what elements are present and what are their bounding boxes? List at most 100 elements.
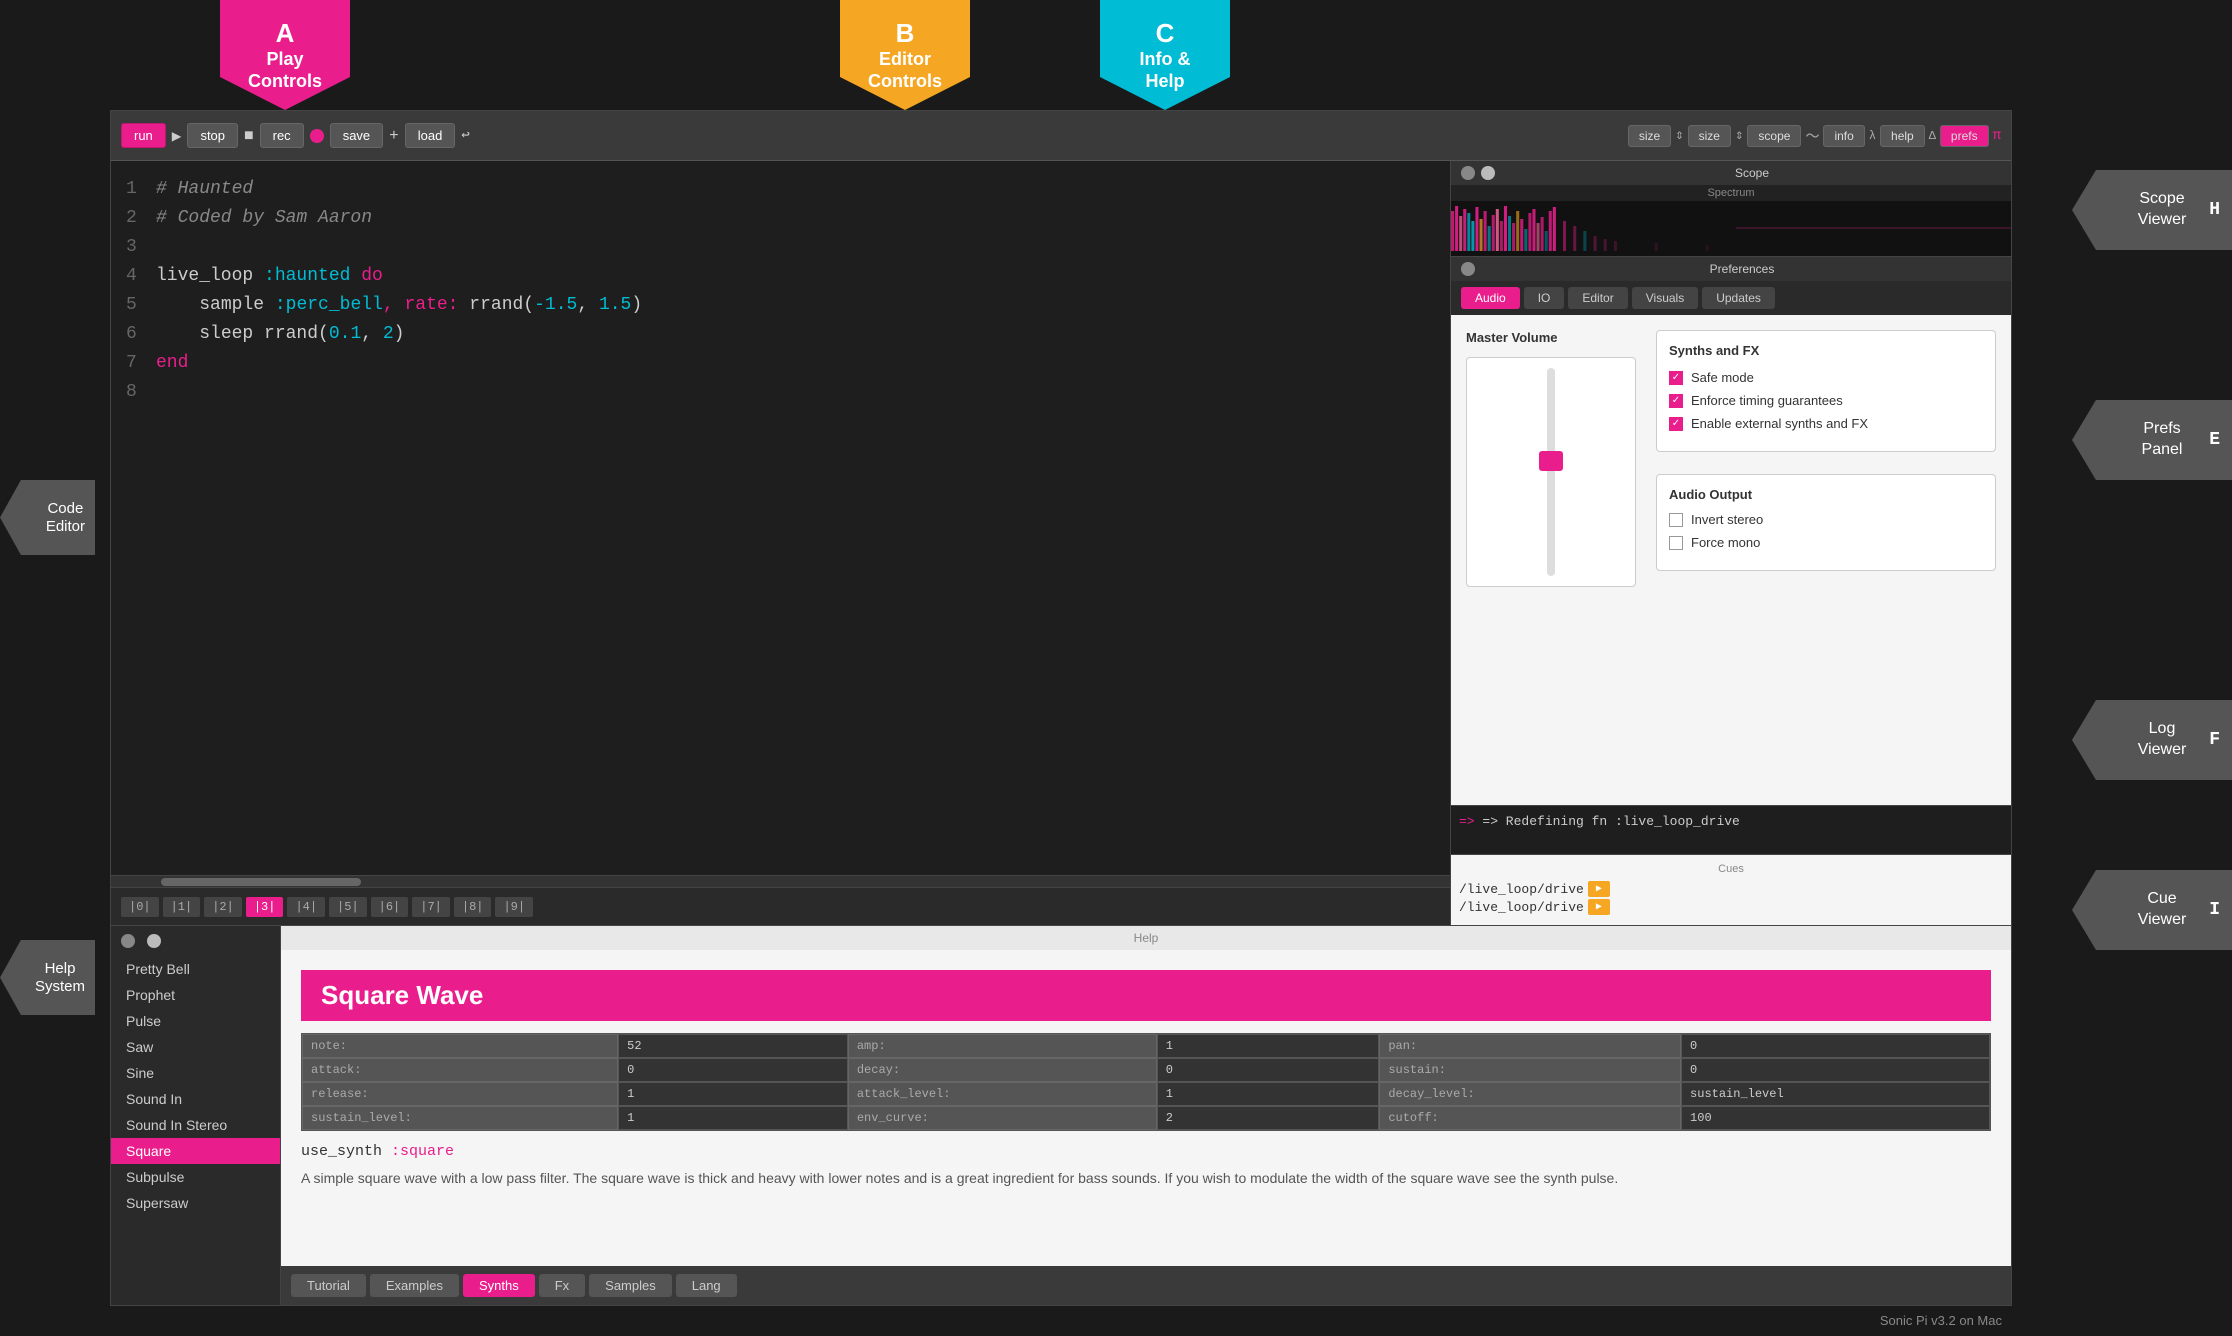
param-sustain-label: sustain: [1379, 1058, 1681, 1082]
tab-fx[interactable]: Fx [539, 1274, 585, 1297]
prefs-button[interactable]: prefs [1940, 125, 1989, 147]
param-sustain-val: 0 [1681, 1058, 1990, 1082]
force-mono-label: Force mono [1691, 535, 1760, 550]
prefs-panel: Preferences Audio IO Editor Visuals Upda… [1451, 257, 2011, 805]
param-attack-level-val: 1 [1157, 1082, 1380, 1106]
sidebar-item-square[interactable]: Square [111, 1138, 280, 1164]
volume-thumb[interactable] [1539, 451, 1563, 471]
param-decay-val: 0 [1157, 1058, 1380, 1082]
cue-viewer: Cues /live_loop/drive ▶ /live_loop/drive… [1451, 855, 2011, 925]
force-mono-row: Force mono [1669, 535, 1983, 550]
sidebar-item-pulse[interactable]: Pulse [111, 1008, 280, 1034]
prefs-tabs: Audio IO Editor Visuals Updates [1451, 281, 2011, 315]
tab-samples[interactable]: Samples [589, 1274, 672, 1297]
save-button[interactable]: save [330, 123, 383, 148]
version-text: Sonic Pi v3.2 on Mac [1880, 1313, 2002, 1328]
tab-2[interactable]: |2| [204, 897, 242, 917]
lambda-icon[interactable]: λ [1869, 129, 1876, 143]
tab-synths[interactable]: Synths [463, 1274, 535, 1297]
external-synths-checkbox[interactable]: ✓ [1669, 417, 1683, 431]
arrow-h-label: ScopeViewer [2138, 189, 2187, 231]
arrow-d: Code Editor [0, 480, 95, 555]
sidebar-item-sound-in[interactable]: Sound In [111, 1086, 280, 1112]
info-button[interactable]: info [1823, 125, 1864, 147]
arrow-e: PrefsPanel E [2072, 400, 2232, 480]
invert-stereo-checkbox[interactable] [1669, 513, 1683, 527]
code-scrollbar[interactable] [111, 875, 1450, 887]
synths-fx-box: Synths and FX ✓ Safe mode ✓ [1656, 330, 1996, 452]
prefs-tab-visuals[interactable]: Visuals [1632, 287, 1698, 309]
force-mono-checkbox[interactable] [1669, 536, 1683, 550]
sidebar-item-supersaw[interactable]: Supersaw [111, 1190, 280, 1216]
param-attack-level-label: attack_level: [848, 1082, 1157, 1106]
tab-8[interactable]: |8| [454, 897, 492, 917]
size-button-1[interactable]: size [1628, 125, 1671, 147]
tab-0[interactable]: |0| [121, 897, 159, 917]
safe-mode-checkbox[interactable]: ✓ [1669, 371, 1683, 385]
prefs-tab-updates[interactable]: Updates [1702, 287, 1775, 309]
play-icon[interactable]: ▶ [172, 126, 182, 146]
arrow-c-label1: Info & [1140, 49, 1191, 71]
help-main: Help Square Wave note: 52 amp: 1 pan: 0 … [281, 926, 2011, 1305]
load-button[interactable]: load [405, 123, 456, 148]
scope-viewer: Scope Spectrum [1451, 161, 2011, 257]
tab-7[interactable]: |7| [412, 897, 450, 917]
scope-button[interactable]: scope [1747, 125, 1801, 147]
tab-9[interactable]: |9| [495, 897, 533, 917]
revert-icon[interactable]: ↩ [461, 127, 469, 144]
tab-6[interactable]: |6| [371, 897, 409, 917]
pi-icon[interactable]: π [1993, 128, 2001, 144]
sidebar-item-saw[interactable]: Saw [111, 1034, 280, 1060]
volume-slider[interactable] [1536, 368, 1566, 576]
prefs-tab-io[interactable]: IO [1524, 287, 1565, 309]
help-sidebar-minimize-button[interactable] [147, 934, 161, 948]
prefs-tab-editor[interactable]: Editor [1568, 287, 1627, 309]
delta-icon[interactable]: Δ [1929, 129, 1936, 143]
stop-icon[interactable]: ■ [244, 127, 254, 145]
scope-close-button[interactable] [1461, 166, 1475, 180]
tab-examples[interactable]: Examples [370, 1274, 459, 1297]
help-sidebar-close-button[interactable] [121, 934, 135, 948]
tab-1[interactable]: |1| [163, 897, 201, 917]
prefs-tab-audio[interactable]: Audio [1461, 287, 1520, 309]
help-header: Help [281, 926, 2011, 950]
prefs-close-button[interactable] [1461, 262, 1475, 276]
timing-checkbox[interactable]: ✓ [1669, 394, 1683, 408]
help-button[interactable]: help [1880, 125, 1925, 147]
external-synths-row: ✓ Enable external synths and FX [1669, 416, 1983, 431]
log-message: => Redefining fn :live_loop_drive [1482, 814, 1739, 829]
help-content: Square Wave note: 52 amp: 1 pan: 0 attac… [281, 950, 2011, 1209]
arrow-d-label1: Code [46, 500, 85, 518]
param-decay-label: decay: [848, 1058, 1157, 1082]
rec-button[interactable]: rec [260, 123, 304, 148]
code-editor[interactable]: 1 # Haunted 2 # Coded by Sam Aaron 3 4 [111, 161, 1450, 875]
param-cutoff-label: cutoff: [1379, 1106, 1681, 1130]
scope-wave-icon[interactable]: 〜 [1805, 126, 1819, 146]
font-size-icon-2[interactable]: ⇕ [1735, 127, 1743, 144]
param-note-val: 52 [618, 1034, 848, 1058]
code-line-3: 3 [126, 234, 1435, 261]
add-icon[interactable]: + [389, 127, 399, 145]
arrow-g: Help System [0, 940, 95, 1015]
sidebar-item-subpulse[interactable]: Subpulse [111, 1164, 280, 1190]
sidebar-item-pretty-bell[interactable]: Pretty Bell [111, 956, 280, 982]
size-button-2[interactable]: size [1688, 125, 1731, 147]
font-size-icon-1[interactable]: ⇕ [1675, 127, 1683, 144]
master-volume-label: Master Volume [1466, 330, 1636, 345]
sidebar-item-sound-in-stereo[interactable]: Sound In Stereo [111, 1112, 280, 1138]
tab-tutorial[interactable]: Tutorial [291, 1274, 366, 1297]
param-amp-val: 1 [1157, 1034, 1380, 1058]
sidebar-item-prophet[interactable]: Prophet [111, 982, 280, 1008]
tab-4[interactable]: |4| [287, 897, 325, 917]
tab-3-active[interactable]: |3| [246, 897, 284, 917]
code-line-2: 2 # Coded by Sam Aaron [126, 205, 1435, 232]
run-button[interactable]: run [121, 123, 166, 148]
tab-lang[interactable]: Lang [676, 1274, 737, 1297]
stop-button[interactable]: stop [187, 123, 238, 148]
scrollbar-thumb[interactable] [161, 878, 361, 886]
invert-stereo-row: Invert stereo [1669, 512, 1983, 527]
sidebar-item-sine[interactable]: Sine [111, 1060, 280, 1086]
tab-5[interactable]: |5| [329, 897, 367, 917]
scope-minimize-button[interactable] [1481, 166, 1495, 180]
right-panel: Scope Spectrum [1451, 161, 2011, 925]
